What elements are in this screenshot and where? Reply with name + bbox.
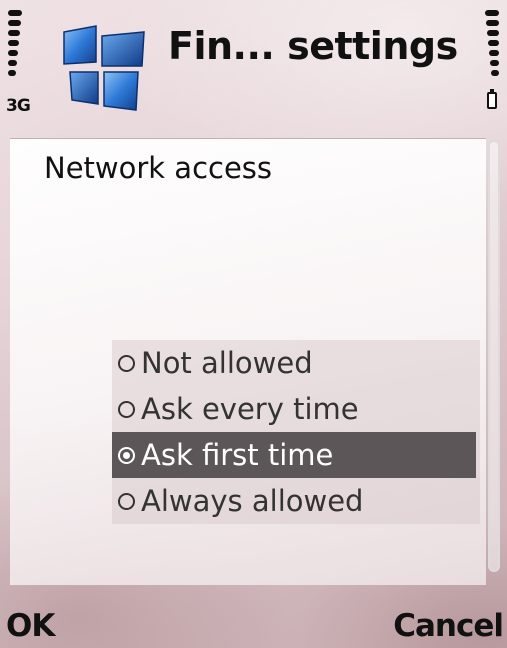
scrollbar[interactable] [488, 140, 500, 572]
signal-strength-icon [8, 10, 28, 76]
cancel-softkey[interactable]: Cancel [393, 608, 504, 644]
option-label: Not allowed [141, 346, 313, 380]
option-not-allowed[interactable]: Not allowed [112, 340, 476, 386]
option-list: Not allowed Ask every time Ask first tim… [112, 340, 480, 524]
network-type-label: 3G [6, 96, 31, 116]
ok-softkey[interactable]: OK [6, 608, 55, 644]
radio-unchecked-icon [118, 400, 135, 418]
option-always-allowed[interactable]: Always allowed [112, 478, 476, 524]
windows-logo-icon [58, 22, 150, 114]
option-label: Ask every time [141, 392, 359, 426]
option-label: Always allowed [141, 484, 364, 518]
radio-unchecked-icon [118, 492, 135, 510]
page-title: Fin... settings [168, 24, 458, 68]
radio-checked-icon [118, 446, 135, 464]
battery-level-icon [479, 10, 499, 76]
option-ask-first-time[interactable]: Ask first time [112, 432, 476, 478]
setting-name: Network access [44, 151, 273, 185]
option-ask-every-time[interactable]: Ask every time [112, 386, 476, 432]
option-label: Ask first time [141, 438, 334, 472]
radio-unchecked-icon [118, 354, 135, 372]
phone-screen: 3G Fin... settings Network access Not al… [0, 0, 507, 648]
battery-icon [487, 89, 497, 109]
